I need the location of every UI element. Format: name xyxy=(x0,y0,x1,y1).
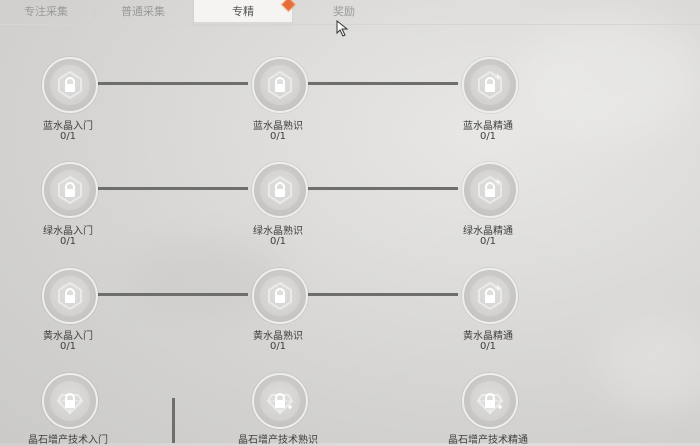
lock-icon xyxy=(65,393,75,408)
skill-node-blue-crystal-master[interactable] xyxy=(462,57,518,113)
skill-progress: 0/1 xyxy=(479,131,497,142)
tab-divider xyxy=(0,24,700,25)
skill-label: 蓝水晶精通 xyxy=(463,121,513,132)
lock-icon xyxy=(485,288,495,303)
skill-node-green-crystal-master[interactable] xyxy=(462,162,518,218)
lock-icon xyxy=(275,288,285,303)
skill-label: 晶石增产技术熟识 xyxy=(238,435,318,446)
skill-progress: 0/1 xyxy=(269,131,287,142)
skill-label: 黄水晶入门 xyxy=(43,331,93,342)
mouse-cursor-icon xyxy=(336,20,349,37)
tab-mastery[interactable]: 专精 xyxy=(194,0,292,24)
lock-icon xyxy=(65,77,75,92)
skill-progress: 0/1 xyxy=(479,236,497,247)
skill-progress: 0/1 xyxy=(479,341,497,352)
skill-node-gem-boost-master[interactable] xyxy=(462,373,518,429)
skill-node-blue-crystal-basic[interactable] xyxy=(42,57,98,113)
tab-focus-gathering[interactable]: 专注采集 xyxy=(0,0,92,24)
tab-bar: 专注采集 普通采集 专精 奖励 xyxy=(0,0,700,25)
connector-line xyxy=(98,187,248,190)
skill-label: 绿水晶精通 xyxy=(463,226,513,237)
skill-label: 晶石增产技术入门 xyxy=(28,435,108,446)
skill-label: 蓝水晶熟识 xyxy=(253,121,303,132)
skill-progress: 0/1 xyxy=(269,236,287,247)
skill-node-yellow-crystal-master[interactable] xyxy=(462,268,518,324)
skill-node-yellow-crystal-basic[interactable] xyxy=(42,268,98,324)
skill-label: 绿水晶入门 xyxy=(43,226,93,237)
connector-line xyxy=(172,398,175,443)
skill-progress: 0/1 xyxy=(59,236,77,247)
connector-line xyxy=(308,187,458,190)
connector-line xyxy=(308,293,458,296)
skill-node-yellow-crystal-familiar[interactable] xyxy=(252,268,308,324)
skill-node-blue-crystal-familiar[interactable] xyxy=(252,57,308,113)
skill-label: 黄水晶精通 xyxy=(463,331,513,342)
skill-label: 绿水晶熟识 xyxy=(253,226,303,237)
tab-separator xyxy=(94,7,95,19)
lock-icon xyxy=(275,393,285,408)
lock-icon xyxy=(275,77,285,92)
lock-icon xyxy=(485,182,495,197)
skill-label: 蓝水晶入门 xyxy=(43,121,93,132)
connector-line xyxy=(98,293,248,296)
skill-node-green-crystal-basic[interactable] xyxy=(42,162,98,218)
lock-icon xyxy=(485,393,495,408)
connector-line xyxy=(308,82,458,85)
skill-node-green-crystal-familiar[interactable] xyxy=(252,162,308,218)
lock-icon xyxy=(485,77,495,92)
lock-icon xyxy=(275,182,285,197)
connector-line xyxy=(98,82,248,85)
skill-label: 晶石增产技术精通 xyxy=(448,435,528,446)
skill-node-gem-boost-familiar[interactable] xyxy=(252,373,308,429)
skill-progress: 0/1 xyxy=(59,131,77,142)
lock-icon xyxy=(65,288,75,303)
skill-label: 黄水晶熟识 xyxy=(253,331,303,342)
tab-normal-gathering[interactable]: 普通采集 xyxy=(96,0,190,24)
skill-progress: 0/1 xyxy=(269,341,287,352)
lock-icon xyxy=(65,182,75,197)
skill-progress: 0/1 xyxy=(59,341,77,352)
skill-node-gem-boost-basic[interactable] xyxy=(42,373,98,429)
